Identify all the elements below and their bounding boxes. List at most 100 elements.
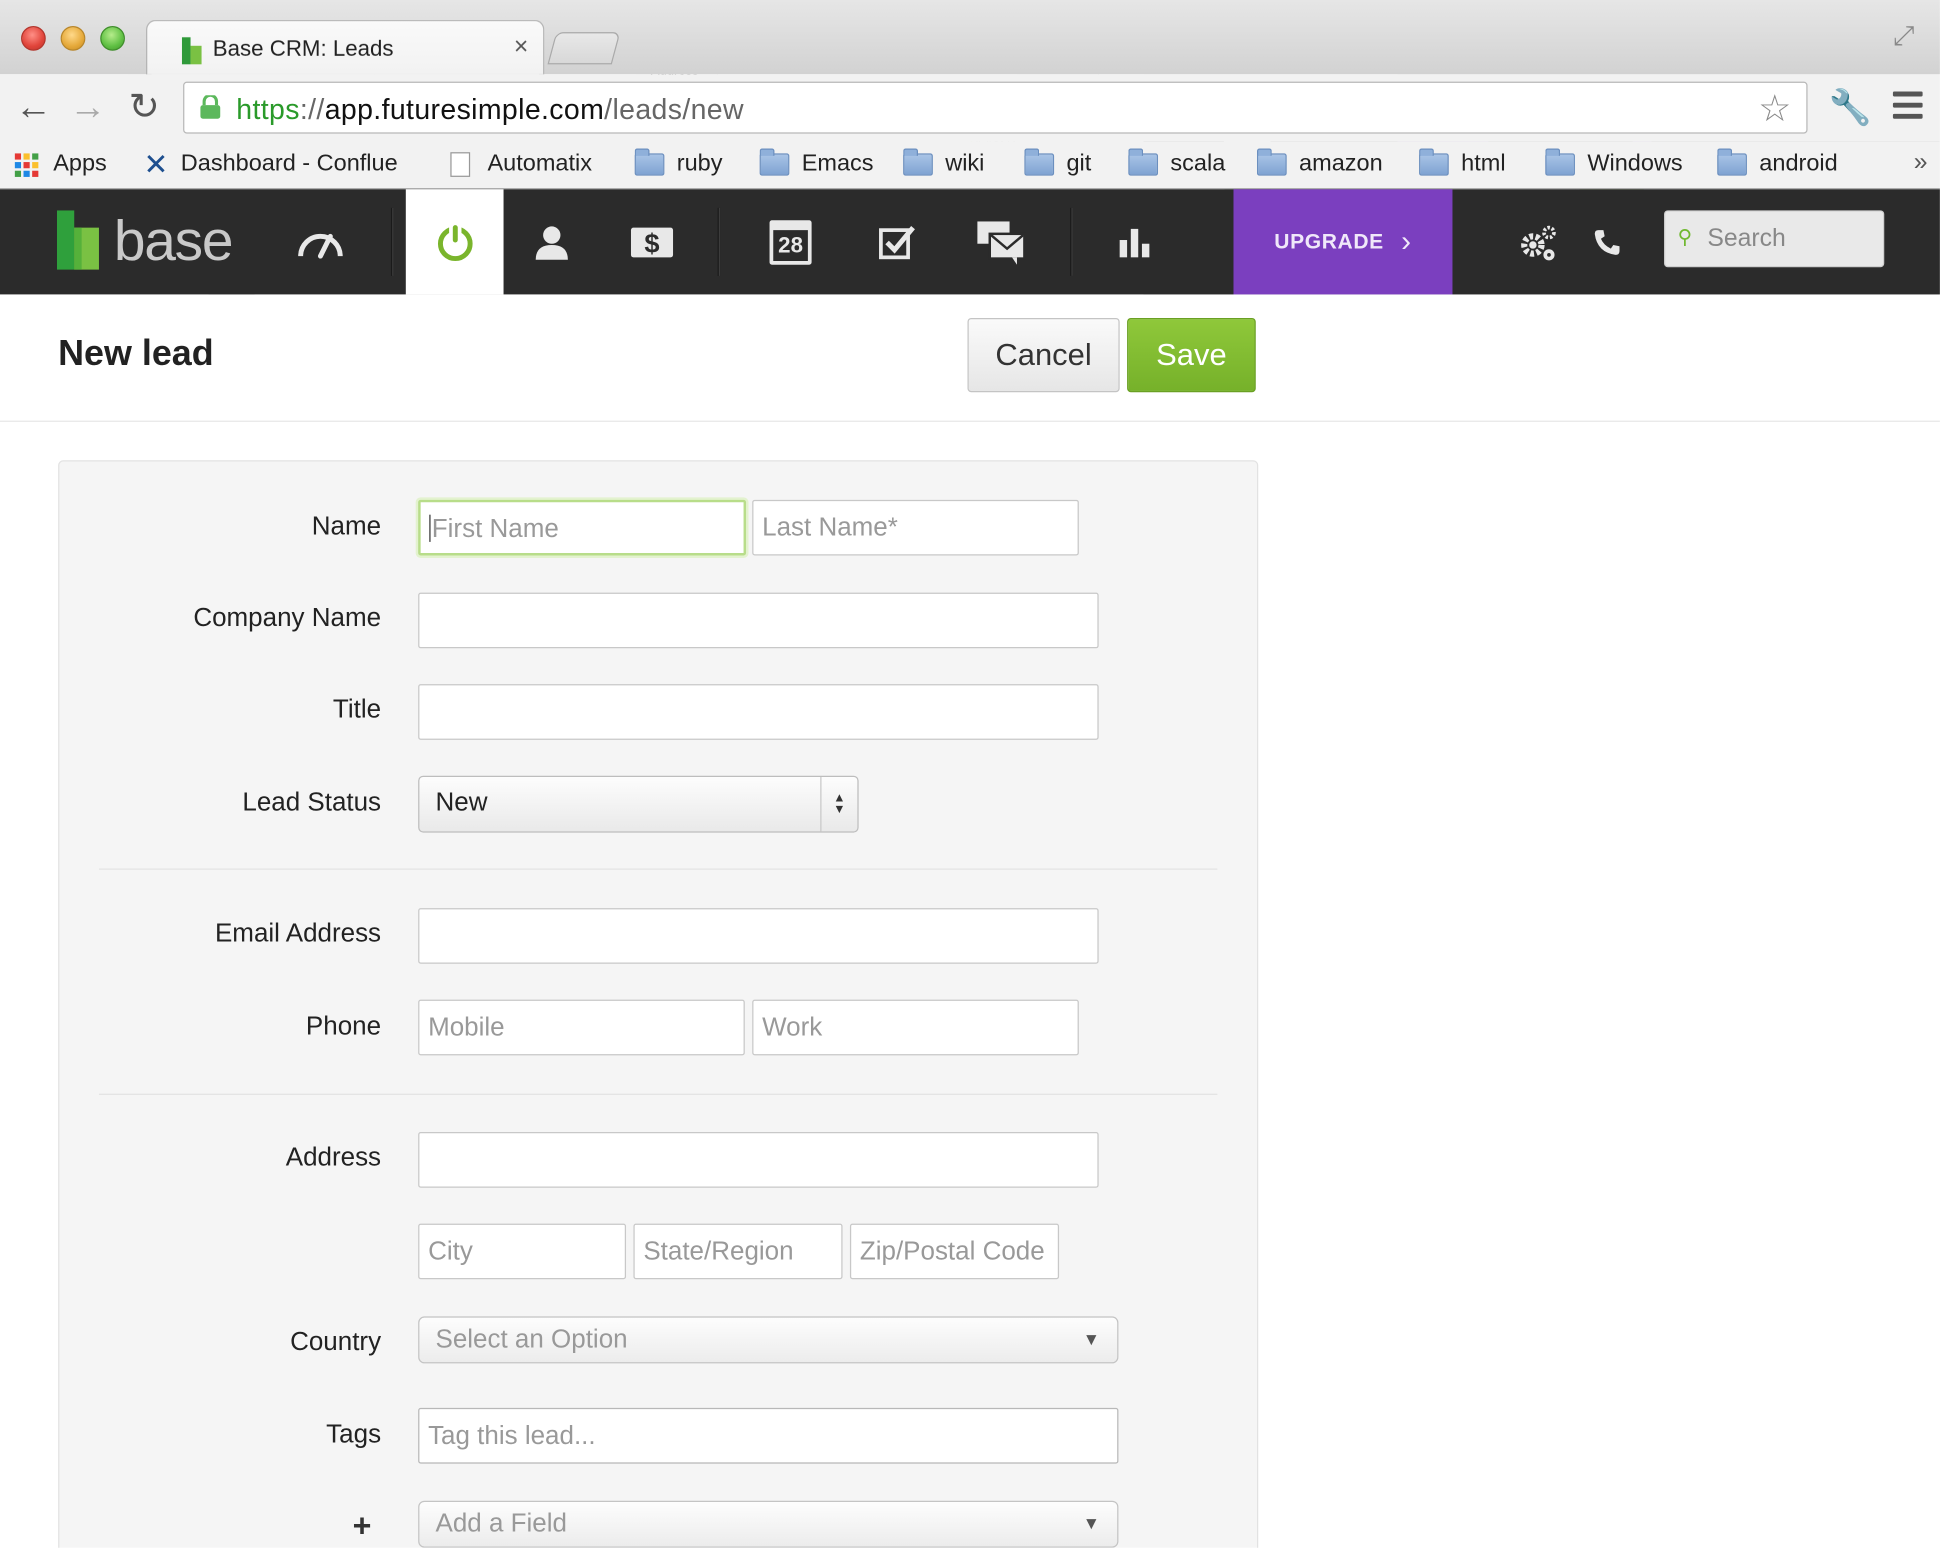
tags-label: Tags bbox=[326, 1420, 382, 1449]
company-name-field[interactable] bbox=[418, 592, 1099, 649]
bookmark-scala[interactable]: scala bbox=[1128, 148, 1225, 180]
search-icon: ⚲ bbox=[1677, 227, 1693, 249]
nav-divider bbox=[1070, 207, 1073, 276]
country-placeholder: Select an Option bbox=[435, 1325, 628, 1354]
folder-icon bbox=[1128, 148, 1159, 176]
browser-tab-active[interactable]: Base CRM: Leads × bbox=[145, 19, 545, 75]
add-field-select[interactable]: Add a Field ▼ bbox=[418, 1500, 1119, 1548]
section-divider bbox=[98, 1093, 1218, 1095]
updown-arrows-icon: ▲ ▼ bbox=[820, 776, 857, 832]
url-text: https://app.futuresimple.com/leads/new bbox=[236, 92, 744, 125]
messages-icon bbox=[977, 220, 1026, 265]
bookmarks-overflow-icon[interactable]: » bbox=[1914, 148, 1928, 176]
save-button[interactable]: Save bbox=[1127, 317, 1256, 393]
nav-reports[interactable] bbox=[1086, 189, 1183, 294]
bookmark-ruby[interactable]: ruby bbox=[634, 148, 722, 180]
section-divider bbox=[98, 868, 1218, 870]
tab-close-icon[interactable]: × bbox=[514, 33, 528, 61]
speedometer-icon bbox=[298, 233, 343, 258]
folder-icon bbox=[759, 148, 790, 176]
bookmark-windows[interactable]: Windows bbox=[1545, 148, 1683, 180]
checkbox-icon bbox=[879, 225, 915, 259]
bookmark-wiki[interactable]: wiki bbox=[903, 148, 984, 180]
reload-icon[interactable]: ↻ bbox=[129, 87, 160, 129]
logo-text: base bbox=[113, 207, 234, 273]
cancel-button[interactable]: Cancel bbox=[967, 317, 1120, 393]
tags-input[interactable]: Tag this lead... bbox=[418, 1407, 1119, 1464]
folder-icon bbox=[1256, 148, 1287, 176]
bookmark-amazon[interactable]: amazon bbox=[1256, 148, 1383, 180]
add-field-placeholder: Add a Field bbox=[435, 1509, 567, 1538]
nav-dashboard[interactable] bbox=[272, 189, 369, 294]
confluence-icon: ✕ bbox=[143, 148, 169, 181]
bookmark-emacs[interactable]: Emacs bbox=[759, 148, 874, 180]
nav-deals[interactable]: $ bbox=[604, 189, 701, 294]
page-header: New lead Cancel Save bbox=[0, 294, 1940, 422]
phone-label: Phone bbox=[305, 1012, 382, 1041]
nav-communication[interactable] bbox=[953, 189, 1050, 294]
window-minimize-button[interactable] bbox=[60, 25, 86, 51]
tab-title: Base CRM: Leads bbox=[212, 35, 394, 61]
country-select[interactable]: Select an Option ▼ bbox=[418, 1316, 1119, 1364]
last-name-field[interactable]: Last Name* bbox=[752, 499, 1079, 556]
bookmark-html[interactable]: html bbox=[1419, 148, 1506, 180]
mobile-phone-field[interactable]: Mobile bbox=[418, 999, 745, 1056]
browser-toolbar: ← → ↻ https://app.futuresimple.com/leads… bbox=[0, 74, 1940, 142]
bookmark-git[interactable]: git bbox=[1024, 148, 1091, 180]
fullscreen-icon[interactable]: ⤢ bbox=[1893, 20, 1923, 51]
email-field[interactable] bbox=[418, 908, 1099, 964]
bookmark-automatix[interactable]: Automatix bbox=[450, 148, 592, 180]
new-tab-button[interactable] bbox=[547, 32, 621, 65]
app-navbar: base $ 28 UPGRADE › ⚲ Search bbox=[0, 189, 1940, 295]
window-close-button[interactable] bbox=[21, 25, 46, 51]
content-area: Name First Name Last Name* Company Name … bbox=[0, 421, 1940, 1548]
browser-menu-icon[interactable] bbox=[1892, 91, 1923, 125]
bookmark-confluence[interactable]: ✕ Dashboard - Conflue bbox=[144, 148, 416, 180]
nav-leads[interactable] bbox=[405, 189, 504, 295]
first-name-field[interactable]: First Name bbox=[418, 499, 747, 556]
address-bar[interactable]: https://app.futuresimple.com/leads/new ☆ bbox=[183, 81, 1808, 134]
folder-icon bbox=[1419, 148, 1449, 176]
chevron-right-icon: › bbox=[1401, 224, 1412, 258]
lead-status-label: Lead Status bbox=[242, 788, 382, 817]
lock-icon bbox=[200, 95, 221, 119]
bar-chart-icon bbox=[1119, 228, 1150, 257]
zip-postal-code-field[interactable]: Zip/Postal Code bbox=[849, 1223, 1060, 1280]
nav-phone[interactable] bbox=[1559, 189, 1656, 294]
country-label: Country bbox=[290, 1327, 382, 1356]
search-placeholder: Search bbox=[1707, 225, 1786, 253]
nav-calendar[interactable]: 28 bbox=[742, 189, 839, 294]
back-arrow-icon[interactable]: ← bbox=[15, 87, 52, 129]
forward-arrow-icon[interactable]: → bbox=[69, 87, 106, 129]
base-favicon-icon bbox=[181, 37, 202, 65]
nav-divider bbox=[390, 207, 394, 276]
bookmark-android[interactable]: android bbox=[1717, 148, 1838, 180]
folder-icon bbox=[1545, 148, 1575, 176]
upgrade-label: UPGRADE bbox=[1274, 229, 1384, 254]
bookmark-apps[interactable]: Apps bbox=[14, 148, 107, 180]
lead-status-select[interactable]: New ▲ ▼ bbox=[418, 775, 859, 833]
address-field[interactable] bbox=[418, 1132, 1099, 1188]
bookmarks-bar: Apps ✕ Dashboard - Conflue Automatix ruby… bbox=[0, 141, 1940, 190]
window-maximize-button[interactable] bbox=[100, 25, 125, 51]
city-field[interactable]: City bbox=[418, 1223, 627, 1280]
nav-tasks[interactable] bbox=[849, 189, 946, 294]
upgrade-button[interactable]: UPGRADE › bbox=[1233, 189, 1453, 295]
wrench-icon[interactable]: 🔧 bbox=[1829, 87, 1872, 128]
work-phone-field[interactable]: Work bbox=[752, 999, 1079, 1056]
bookmark-star-icon[interactable]: ☆ bbox=[1758, 88, 1791, 131]
plus-icon[interactable]: + bbox=[353, 1507, 372, 1545]
gears-icon bbox=[1521, 225, 1556, 260]
browser-tabstrip: Base CRM: Leads × ⤢ bbox=[0, 0, 1940, 75]
money-icon: $ bbox=[630, 227, 674, 258]
calendar-icon: 28 bbox=[769, 219, 812, 265]
apps-grid-icon bbox=[14, 152, 39, 177]
nav-contacts[interactable] bbox=[504, 189, 601, 294]
global-search-input[interactable]: ⚲ Search bbox=[1664, 210, 1885, 268]
folder-icon bbox=[634, 148, 665, 176]
title-field[interactable] bbox=[418, 684, 1099, 740]
base-logo-icon bbox=[56, 210, 99, 270]
email-label: Email Address bbox=[214, 919, 382, 948]
state-region-field[interactable]: State/Region bbox=[633, 1223, 843, 1280]
name-label: Name bbox=[311, 512, 382, 541]
